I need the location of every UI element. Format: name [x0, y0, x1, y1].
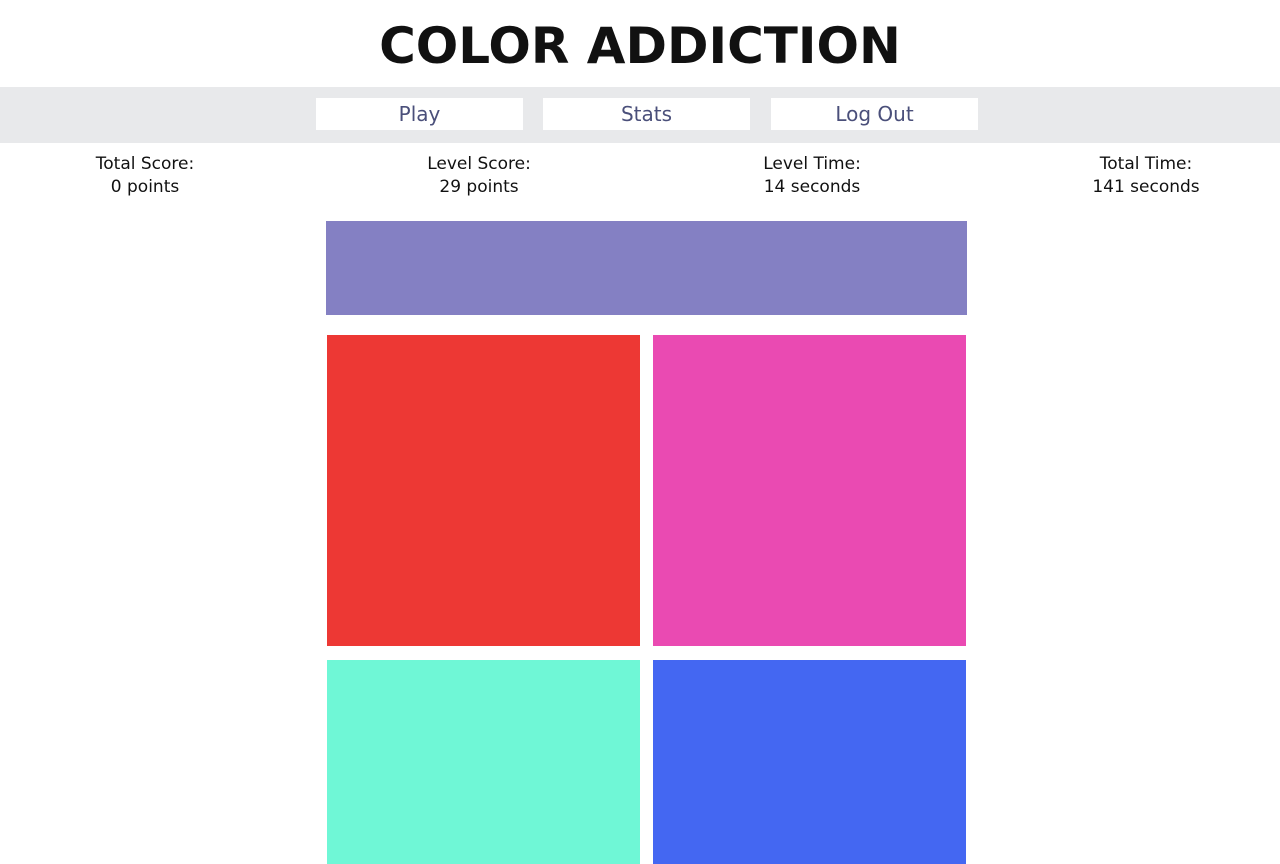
color-tile-pink[interactable]	[653, 335, 966, 646]
total-score-label: Total Score:	[95, 154, 195, 174]
nav-bar: Play Stats Log Out	[0, 87, 1280, 143]
level-time-stat: Level Time: 14 seconds	[702, 153, 922, 199]
color-tile-red[interactable]	[327, 335, 640, 646]
page-title: COLOR ADDICTION	[379, 16, 901, 75]
level-score-value: 29 points	[439, 177, 519, 197]
stats-button[interactable]: Stats	[543, 98, 750, 130]
total-time-label: Total Time:	[1099, 154, 1193, 174]
total-score-stat: Total Score: 0 points	[35, 153, 255, 199]
color-tile-mint[interactable]	[327, 660, 640, 864]
level-time-value: 14 seconds	[763, 177, 861, 197]
color-tile-blue[interactable]	[653, 660, 966, 864]
total-time-value: 141 seconds	[1092, 177, 1200, 197]
logout-button[interactable]: Log Out	[771, 98, 978, 130]
total-time-stat: Total Time: 141 seconds	[1036, 153, 1256, 199]
level-score-stat: Level Score: 29 points	[369, 153, 589, 199]
level-score-label: Level Score:	[427, 154, 531, 174]
level-time-label: Level Time:	[763, 154, 861, 174]
target-color-swatch	[326, 221, 967, 315]
play-button[interactable]: Play	[316, 98, 523, 130]
header: COLOR ADDICTION	[0, 0, 1280, 87]
stats-row: Total Score: 0 points Level Score: 29 po…	[0, 143, 1280, 220]
total-score-value: 0 points	[110, 177, 180, 197]
